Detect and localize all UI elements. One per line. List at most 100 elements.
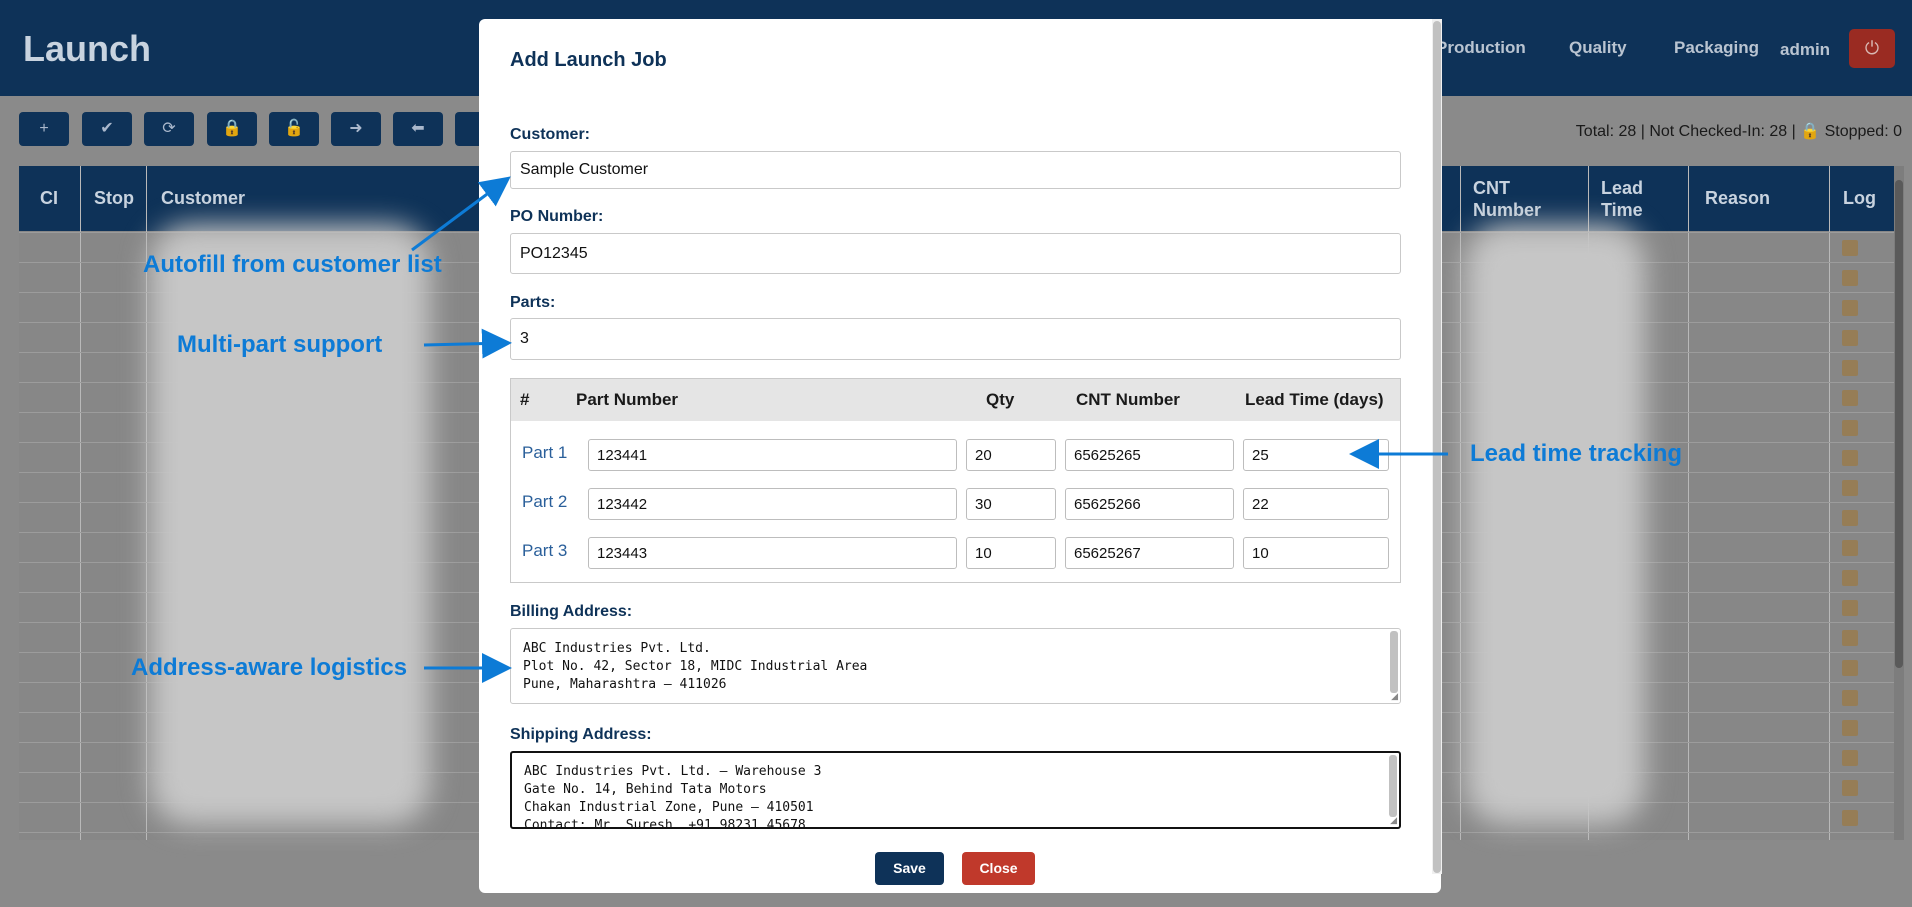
resize-grip-icon[interactable]: ◢ <box>1390 815 1397 826</box>
billing-address-label: Billing Address: <box>510 603 633 620</box>
dialog-title: Add Launch Job <box>510 49 667 71</box>
add-button[interactable]: + <box>19 112 69 146</box>
log-icon[interactable] <box>1842 390 1858 406</box>
log-icon[interactable] <box>1842 600 1858 616</box>
lead-time-input[interactable]: 10 <box>1243 537 1389 569</box>
page-title: Launch <box>23 28 152 69</box>
column-divider <box>1460 166 1461 840</box>
shipping-address-line: Chakan Industrial Zone, Pune – 410501 <box>524 800 814 815</box>
check-icon: ✔ <box>100 120 114 137</box>
shipping-address-textarea[interactable]: ABC Industries Pvt. Ltd. – Warehouse 3 G… <box>510 751 1401 829</box>
lead-time-input[interactable]: 25 <box>1243 439 1389 471</box>
textarea-scrollbar[interactable] <box>1390 631 1398 693</box>
log-icon[interactable] <box>1842 420 1858 436</box>
log-icon[interactable] <box>1842 780 1858 796</box>
log-icon[interactable] <box>1842 510 1858 526</box>
billing-address-line: Plot No. 42, Sector 18, MIDC Industrial … <box>523 659 868 674</box>
lock-button[interactable]: 🔒 <box>207 112 257 146</box>
column-divider <box>80 166 81 840</box>
col-log[interactable]: Log <box>1843 188 1876 209</box>
billing-address-line: Pune, Maharashtra – 411026 <box>523 677 727 692</box>
col-stop[interactable]: Stop <box>94 188 134 209</box>
log-icon[interactable] <box>1842 480 1858 496</box>
log-icon[interactable] <box>1842 630 1858 646</box>
check-in-button[interactable]: ✔ <box>82 112 132 146</box>
parts-col-part-number: Part Number <box>576 390 679 409</box>
resize-grip-icon[interactable]: ◢ <box>1391 691 1398 702</box>
log-icon[interactable] <box>1842 690 1858 706</box>
lead-time-input[interactable]: 22 <box>1243 488 1389 520</box>
qty-input[interactable]: 10 <box>966 537 1056 569</box>
log-icon[interactable] <box>1842 660 1858 676</box>
log-icon[interactable] <box>1842 570 1858 586</box>
status-summary: Total: 28 | Not Checked-In: 28 | 🔒 Stopp… <box>1575 123 1902 140</box>
plus-icon: + <box>39 120 49 137</box>
shipping-address-line: ABC Industries Pvt. Ltd. – Warehouse 3 <box>524 764 822 779</box>
customer-input[interactable]: Sample Customer <box>510 151 1401 189</box>
user-name: admin <box>1780 40 1831 59</box>
annotation-address: Address-aware logistics <box>131 654 408 681</box>
cnt-number-input[interactable]: 65625267 <box>1065 537 1234 569</box>
qty-input[interactable]: 20 <box>966 439 1056 471</box>
log-icon[interactable] <box>1842 750 1858 766</box>
part-number-input[interactable]: 123443 <box>588 537 957 569</box>
part-row-label: Part 3 <box>522 541 568 560</box>
unlock-icon: 🔓 <box>284 120 304 137</box>
annotation-autofill: Autofill from customer list <box>143 251 442 278</box>
nav-packaging[interactable]: Packaging <box>1674 38 1759 58</box>
lock-icon: 🔒 <box>222 120 242 137</box>
shipping-address-label: Shipping Address: <box>510 726 652 743</box>
parts-col-qty: Qty <box>986 390 1015 409</box>
billing-address-textarea[interactable]: ABC Industries Pvt. Ltd. Plot No. 42, Se… <box>510 628 1401 704</box>
log-icon[interactable] <box>1842 330 1858 346</box>
move-left-button[interactable]: ⬅ <box>393 112 443 146</box>
textarea-scrollbar[interactable] <box>1389 755 1397 817</box>
unlock-button[interactable]: 🔓 <box>269 112 319 146</box>
qty-input[interactable]: 30 <box>966 488 1056 520</box>
log-icon[interactable] <box>1842 720 1858 736</box>
redacted-cnt-column <box>1465 225 1645 825</box>
col-reason[interactable]: Reason <box>1705 188 1770 209</box>
parts-col-lead-time: Lead Time (days) <box>1245 390 1384 409</box>
customer-label: Customer: <box>510 126 591 143</box>
part-number-input[interactable]: 123441 <box>588 439 957 471</box>
column-divider <box>1829 166 1830 840</box>
po-number-label: PO Number: <box>510 208 604 225</box>
table-scrollbar-thumb[interactable] <box>1895 180 1903 668</box>
parts-count-input[interactable]: 3 <box>510 318 1401 360</box>
dialog-scrollbar-thumb[interactable] <box>1433 21 1441 873</box>
log-icon[interactable] <box>1842 810 1858 826</box>
parts-label: Parts: <box>510 294 556 311</box>
log-icon[interactable] <box>1842 270 1858 286</box>
arrow-right-icon: ➜ <box>349 120 363 137</box>
annotation-multipart: Multi-part support <box>177 331 383 358</box>
arrow-left-icon: ⬅ <box>411 120 425 137</box>
col-customer[interactable]: Customer <box>161 188 245 209</box>
part-number-input[interactable]: 123442 <box>588 488 957 520</box>
parts-col-num: # <box>520 390 530 409</box>
close-button[interactable]: Close <box>962 852 1035 885</box>
col-cnt-number[interactable]: CNT Number <box>1473 177 1553 221</box>
col-lead-time[interactable]: Lead Time <box>1601 177 1661 221</box>
cnt-number-input[interactable]: 65625266 <box>1065 488 1234 520</box>
nav-quality[interactable]: Quality <box>1569 38 1627 58</box>
column-divider <box>1688 166 1689 840</box>
cnt-number-input[interactable]: 65625265 <box>1065 439 1234 471</box>
part-row-label: Part 1 <box>522 443 568 462</box>
log-icon[interactable] <box>1842 240 1858 256</box>
col-ci[interactable]: CI <box>40 188 58 209</box>
refresh-icon: ⟳ <box>162 120 176 137</box>
log-icon[interactable] <box>1842 540 1858 556</box>
log-icon[interactable] <box>1842 360 1858 376</box>
log-icon[interactable] <box>1842 450 1858 466</box>
billing-address-line: ABC Industries Pvt. Ltd. <box>523 641 711 656</box>
log-icon[interactable] <box>1842 300 1858 316</box>
logout-button[interactable]: ⏻ <box>1849 29 1895 68</box>
power-icon: ⏻ <box>1864 38 1880 58</box>
refresh-button[interactable]: ⟳ <box>144 112 194 146</box>
po-number-input[interactable]: PO12345 <box>510 233 1401 274</box>
annotation-leadtime: Lead time tracking <box>1470 440 1683 467</box>
save-button[interactable]: Save <box>875 852 944 885</box>
move-right-button[interactable]: ➜ <box>331 112 381 146</box>
nav-production[interactable]: Production <box>1436 38 1526 58</box>
